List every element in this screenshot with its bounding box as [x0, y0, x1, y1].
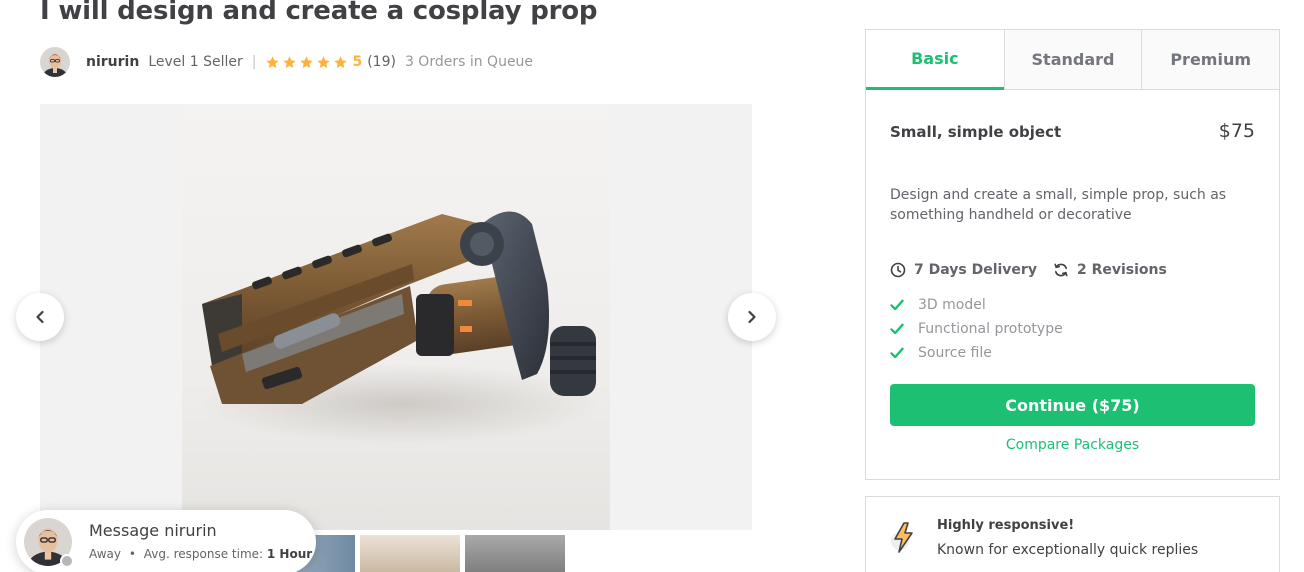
status-separator: • [128, 547, 136, 561]
checkmark-icon [890, 299, 904, 311]
star-icon [300, 55, 314, 68]
revisions-count: 2 Revisions [1053, 262, 1167, 278]
feature-item: Functional prototype [890, 317, 1063, 341]
cosplay-prop-image [202, 211, 602, 444]
message-title: Message nirurin [89, 521, 217, 540]
package-meta: 7 Days Delivery 2 Revisions [890, 262, 1183, 278]
away-status: Away [89, 547, 121, 561]
checkmark-icon [890, 347, 904, 359]
revisions-label: 2 Revisions [1076, 262, 1167, 278]
package-price: $75 [1218, 120, 1255, 142]
chevron-right-icon [748, 310, 756, 324]
continue-button[interactable]: Continue ($75) [890, 384, 1255, 426]
seller-avatar[interactable] [40, 47, 70, 77]
chevron-left-icon [36, 310, 44, 324]
reviews-count-link[interactable]: (19) [367, 54, 396, 70]
responsive-title: Highly responsive! [937, 518, 1075, 533]
response-time-value: 1 Hour [266, 547, 313, 561]
gallery-thumbnail[interactable] [465, 535, 565, 572]
compare-packages-link[interactable]: Compare Packages [866, 437, 1279, 453]
highly-responsive-card: Highly responsive! Known for exceptional… [865, 496, 1280, 572]
gig-gallery [40, 104, 752, 530]
star-icon [334, 55, 348, 68]
feature-item: Source file [890, 341, 1063, 365]
star-rating [265, 55, 350, 70]
refresh-icon [1054, 263, 1068, 277]
tab-premium[interactable]: Premium [1141, 30, 1280, 90]
seller-overview: nirurin Level 1 Seller | 5 (19) 3 Orders… [40, 46, 533, 78]
feature-label: 3D model [918, 297, 986, 313]
orders-in-queue: 3 Orders in Queue [404, 54, 534, 70]
response-time-label: Avg. response time: [143, 547, 264, 561]
gallery-thumbnail[interactable] [360, 535, 460, 572]
checkmark-icon [890, 323, 904, 335]
clock-icon [890, 262, 906, 278]
tab-basic[interactable]: Basic [866, 30, 1004, 90]
seller-level: Level 1 Seller [148, 54, 243, 70]
presence-indicator [60, 554, 74, 568]
feature-label: Source file [918, 345, 992, 361]
divider: | [251, 54, 257, 70]
star-icon [283, 55, 297, 68]
star-icon [317, 55, 331, 68]
delivery-label: 7 Days Delivery [914, 262, 1037, 278]
responsive-text: Known for exceptionally quick replies [937, 542, 1199, 558]
gig-title: I will design and create a cosplay prop [40, 0, 598, 26]
message-seller-card[interactable]: Message nirurin Away • Avg. response tim… [16, 510, 316, 572]
package-title: Small, simple object [890, 123, 1062, 141]
feature-label: Functional prototype [918, 321, 1063, 337]
feature-item: 3D model [890, 293, 1063, 317]
star-icon [266, 55, 280, 68]
tab-standard[interactable]: Standard [1003, 30, 1142, 90]
gallery-main-image[interactable] [182, 104, 610, 530]
packages-panel: Basic Standard Premium Small, simple obj… [865, 29, 1280, 480]
package-tabs: Basic Standard Premium [866, 30, 1280, 90]
package-description: Design and create a small, simple prop, … [890, 187, 1227, 223]
gallery-prev-button[interactable] [16, 293, 64, 341]
delivery-time: 7 Days Delivery [890, 262, 1037, 278]
gallery-next-button[interactable] [728, 293, 776, 341]
message-status: Away • Avg. response time: 1 Hour [89, 547, 312, 561]
rating-score: 5 [352, 54, 363, 70]
seller-name-link[interactable]: nirurin [86, 54, 139, 70]
lightning-bolt-icon [891, 522, 913, 553]
package-features: 3D model Functional prototype Source fil… [890, 293, 1063, 365]
avatar-image [40, 47, 70, 77]
